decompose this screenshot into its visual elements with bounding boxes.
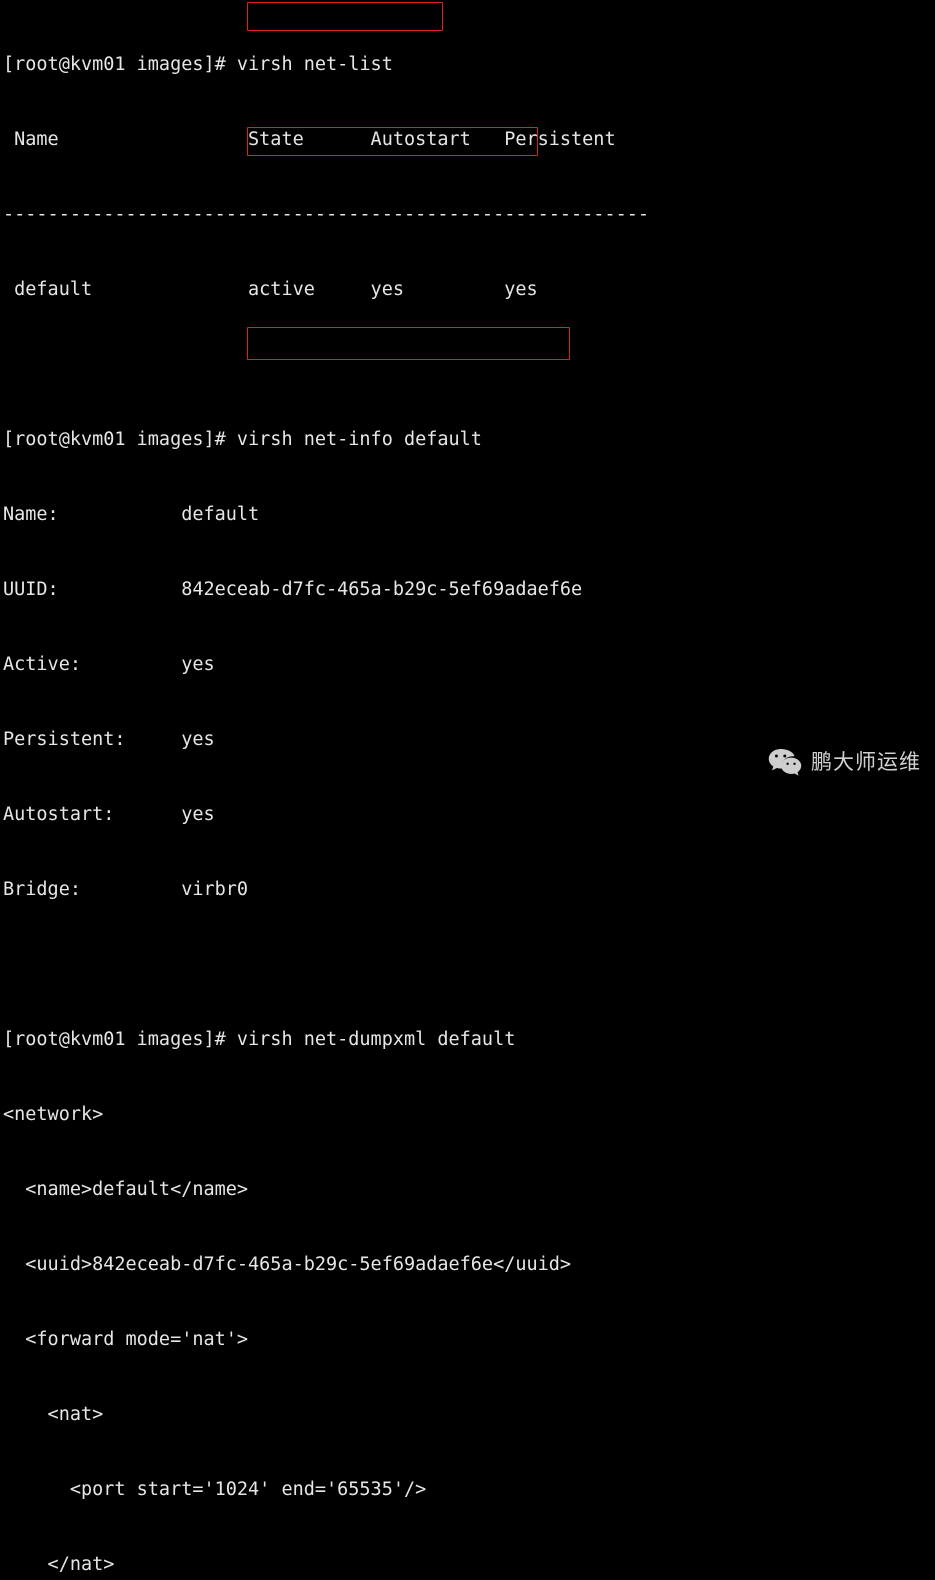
terminal-line: </nat> <box>3 1554 115 1575</box>
terminal-line: [root@kvm01 images]# virsh net-list <box>3 54 393 75</box>
terminal-line: <network> <box>3 1104 104 1125</box>
wechat-icon <box>768 748 802 776</box>
terminal-line: <name>default</name> <box>3 1179 249 1200</box>
terminal-line: <forward mode='nat'> <box>3 1329 249 1350</box>
terminal-line: Name: default <box>3 504 260 525</box>
terminal-line: default active yes yes <box>3 279 538 300</box>
watermark: 鹏大师运维 <box>768 748 921 776</box>
terminal-line: Name State Autostart Persistent <box>3 129 616 150</box>
terminal-line: <nat> <box>3 1404 104 1425</box>
terminal-line: Active: yes <box>3 654 215 675</box>
terminal-output: [root@kvm01 images]# virsh net-list Name… <box>3 2 649 1580</box>
terminal-line: UUID: 842eceab-d7fc-465a-b29c-5ef69adaef… <box>3 579 583 600</box>
terminal-line: [root@kvm01 images]# virsh net-dumpxml d… <box>3 1029 516 1050</box>
terminal-window[interactable]: [root@kvm01 images]# virsh net-list Name… <box>0 0 935 1575</box>
watermark-text: 鹏大师运维 <box>811 749 921 774</box>
terminal-line: Persistent: yes <box>3 729 215 750</box>
terminal-line: <port start='1024' end='65535'/> <box>3 1479 427 1500</box>
terminal-line: Bridge: virbr0 <box>3 879 249 900</box>
terminal-line: <uuid>842eceab-d7fc-465a-b29c-5ef69adaef… <box>3 1254 572 1275</box>
terminal-line: Autostart: yes <box>3 804 215 825</box>
terminal-line: [root@kvm01 images]# virsh net-info defa… <box>3 429 482 450</box>
terminal-line: ----------------------------------------… <box>3 204 650 225</box>
